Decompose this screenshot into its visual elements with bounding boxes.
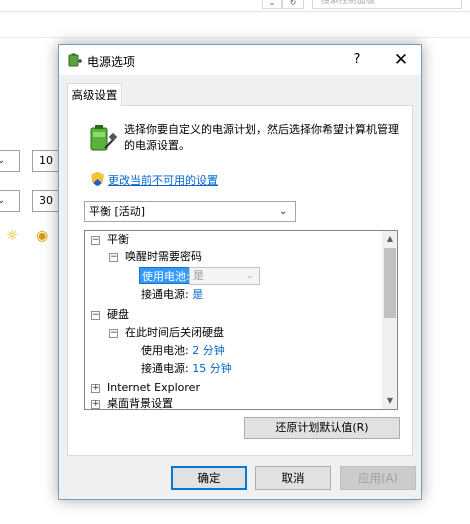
- close-icon: ✕: [393, 50, 409, 70]
- control-panel-search-input[interactable]: 搜索控制面板: [312, 0, 462, 9]
- address-dropdown-button[interactable]: ⌄: [262, 0, 282, 9]
- dialog-title: 电源选项: [87, 55, 136, 69]
- disk-battery-value[interactable]: 2 分钟: [192, 344, 225, 357]
- collapse-icon[interactable]: −: [91, 311, 100, 320]
- brightness-icon: ☼: [6, 228, 19, 244]
- scroll-up-icon[interactable]: ▲: [382, 231, 397, 247]
- collapse-icon[interactable]: −: [91, 236, 100, 245]
- disk-plugged-value[interactable]: 15 分钟: [192, 362, 232, 375]
- change-unavailable-settings-link[interactable]: 更改当前不可用的设置: [108, 172, 218, 188]
- collapse-icon[interactable]: −: [109, 253, 118, 262]
- tree-item-plugged-in[interactable]: 接通电源: 是: [141, 287, 203, 303]
- apply-button[interactable]: 应用(A): [340, 466, 416, 490]
- settings-tree[interactable]: − 平衡 − 唤醒时需要密码 使用电池: 是 ⌄ 接通电源: 是 − 硬盘 − …: [84, 230, 398, 410]
- scroll-thumb[interactable]: [384, 248, 396, 318]
- dialog-titlebar[interactable]: 电源选项 ? ✕: [59, 45, 421, 75]
- refresh-icon: ↻: [289, 0, 297, 7]
- chevron-down-icon: ⌄: [0, 155, 6, 166]
- tree-item-disk-battery[interactable]: 使用电池: 2 分钟: [141, 343, 225, 359]
- expand-icon[interactable]: +: [91, 400, 100, 409]
- tree-item-disk-plugged[interactable]: 接通电源: 15 分钟: [141, 361, 232, 377]
- collapse-icon[interactable]: −: [109, 329, 118, 338]
- ok-button[interactable]: 确定: [171, 466, 247, 490]
- battery-value-combo[interactable]: 是 ⌄: [189, 267, 260, 285]
- tree-item-disk-off[interactable]: 在此时间后关闭硬盘: [125, 325, 224, 341]
- close-button[interactable]: ✕: [385, 49, 417, 71]
- tree-item-internet-explorer[interactable]: Internet Explorer: [107, 380, 200, 396]
- scroll-down-icon[interactable]: ▼: [382, 393, 397, 409]
- cancel-button[interactable]: 取消: [255, 466, 331, 490]
- chevron-down-icon: ⌄: [268, 0, 276, 7]
- plan-select-value: 平衡 [活动]: [89, 205, 146, 218]
- power-options-dialog: 电源选项 ? ✕ 高级设置 选择你要自定义的电源计划，然后选择你希望计算机管理的…: [58, 44, 422, 500]
- chevron-down-icon: ⌄: [246, 271, 254, 281]
- tab-advanced-settings[interactable]: 高级设置: [67, 83, 122, 106]
- tree-item-hard-disk[interactable]: 硬盘: [107, 307, 129, 323]
- background-combo-left-1[interactable]: ⌄: [0, 150, 20, 172]
- advanced-settings-panel: 选择你要自定义的电源计划，然后选择你希望计算机管理的电源设置。 更改当前不可用的…: [67, 105, 413, 456]
- disk-plugged-label: 接通电源:: [141, 362, 189, 375]
- adaptive-brightness-icon: ◉: [36, 228, 49, 244]
- battery-plug-icon: [90, 125, 118, 151]
- expand-icon[interactable]: +: [91, 384, 100, 393]
- chevron-down-icon: ⌄: [0, 195, 6, 206]
- tree-item-balanced[interactable]: 平衡: [107, 232, 129, 248]
- tree-scrollbar[interactable]: ▲ ▼: [382, 231, 397, 409]
- power-options-icon: [68, 53, 82, 67]
- refresh-button[interactable]: ↻: [282, 0, 304, 9]
- battery-value: 是: [193, 269, 204, 282]
- tree-item-desktop-background[interactable]: 桌面背景设置: [107, 396, 173, 409]
- uac-shield-icon: [91, 172, 104, 186]
- power-plan-select[interactable]: 平衡 [活动] ⌄: [84, 201, 296, 222]
- plugged-label: 接通电源:: [141, 288, 189, 301]
- plugged-value[interactable]: 是: [192, 288, 203, 301]
- help-button[interactable]: ?: [347, 51, 367, 69]
- chevron-down-icon: ⌄: [279, 206, 288, 217]
- background-toolbar: [0, 12, 470, 38]
- background-combo-left-2[interactable]: ⌄: [0, 190, 20, 212]
- battery-label-selected[interactable]: 使用电池:: [139, 267, 193, 284]
- restore-plan-defaults-button[interactable]: 还原计划默认值(R): [244, 417, 400, 439]
- intro-text: 选择你要自定义的电源计划，然后选择你希望计算机管理的电源设置。: [124, 123, 399, 152]
- tree-item-wake-password[interactable]: 唤醒时需要密码: [125, 249, 202, 265]
- disk-battery-label: 使用电池:: [141, 344, 189, 357]
